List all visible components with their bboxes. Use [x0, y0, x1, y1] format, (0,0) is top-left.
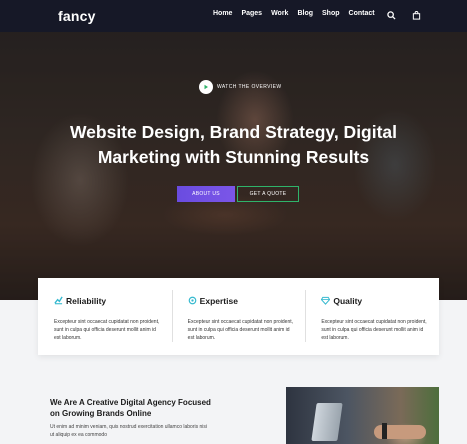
site-logo[interactable]: fancy [58, 8, 96, 24]
about-us-button[interactable]: ABOUT US [177, 186, 235, 202]
play-icon [199, 80, 213, 94]
top-navbar: fancy Home Pages Work Blog Shop Contact [0, 0, 467, 32]
feature-reliability: Reliability Excepteur sint occaecat cupi… [38, 278, 172, 355]
about-paragraph: Ut enim ad minim veniam, quis nostrud ex… [50, 424, 208, 438]
feature-text: Excepteur sint occaecat cupidatat non pr… [321, 319, 427, 341]
main-menu: Home Pages Work Blog Shop Contact [213, 10, 375, 17]
diamond-icon [321, 292, 331, 310]
hero-headline: Website Design, Brand Strategy, Digital … [69, 122, 398, 167]
nav-link-blog[interactable]: Blog [297, 10, 313, 17]
feature-title: Reliability [66, 296, 107, 306]
nav-link-shop[interactable]: Shop [322, 10, 340, 17]
about-image [286, 387, 439, 444]
nav-link-pages[interactable]: Pages [241, 10, 262, 17]
expertise-icon [188, 292, 197, 310]
wristwatch-shape [382, 423, 387, 439]
watch-overview-button[interactable]: WATCH THE OVERVIEW [199, 80, 282, 94]
features-card: Reliability Excepteur sint occaecat cupi… [38, 278, 439, 355]
feature-expertise: Expertise Excepteur sint occaecat cupida… [171, 278, 306, 355]
watch-overview-label: WATCH THE OVERVIEW [217, 84, 282, 90]
get-a-quote-button[interactable]: GET A QUOTE [237, 186, 299, 202]
cart-icon[interactable] [409, 8, 423, 22]
feature-title: Expertise [199, 296, 238, 306]
feature-quality: Quality Excepteur sint occaecat cupidata… [305, 278, 439, 355]
feature-title: Quality [333, 296, 363, 306]
laptop-shape [311, 403, 343, 441]
nav-link-work[interactable]: Work [271, 10, 288, 17]
search-icon[interactable] [384, 8, 398, 22]
about-heading: We Are A Creative Digital Agency Focused… [50, 398, 211, 418]
nav-link-contact[interactable]: Contact [349, 10, 375, 17]
feature-text: Excepteur sint occaecat cupidatat non pr… [54, 319, 160, 341]
feature-text: Excepteur sint occaecat cupidatat non pr… [187, 319, 294, 341]
reliability-icon [54, 292, 63, 310]
nav-link-home[interactable]: Home [213, 10, 232, 17]
hero-section: WATCH THE OVERVIEW Website Design, Brand… [0, 0, 467, 300]
